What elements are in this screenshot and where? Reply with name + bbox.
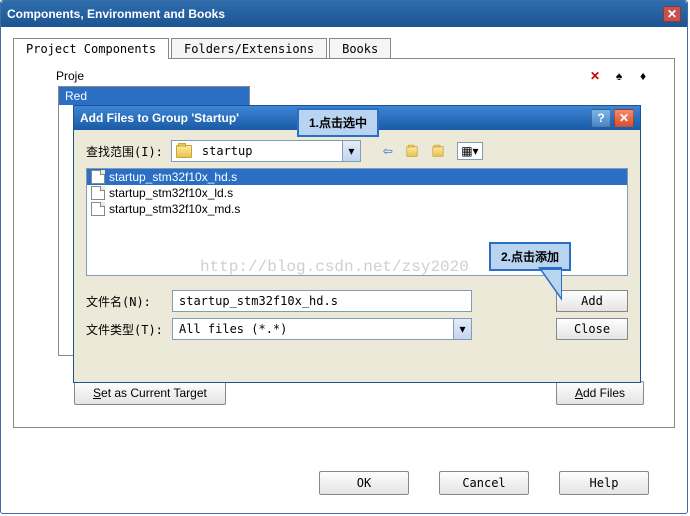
add-files-button[interactable]: Add Files xyxy=(556,381,644,405)
tab-folders-extensions[interactable]: Folders/Extensions xyxy=(171,38,327,59)
back-icon[interactable]: ⇦ xyxy=(379,142,397,160)
view-menu-icon[interactable]: ▦▾ xyxy=(457,142,483,160)
lookin-value: startup xyxy=(196,144,342,158)
file-name: startup_stm32f10x_md.s xyxy=(109,202,240,216)
folder-icon xyxy=(176,145,192,158)
file-item[interactable]: startup_stm32f10x_md.s xyxy=(87,201,627,217)
help-icon[interactable]: ? xyxy=(591,109,611,127)
filetype-label: 文件类型(T): xyxy=(86,321,164,338)
outer-titlebar: Components, Environment and Books ✕ xyxy=(1,1,687,27)
set-current-target-button[interactable]: Set as Current Target xyxy=(74,381,226,405)
file-item[interactable]: startup_stm32f10x_ld.s xyxy=(87,185,627,201)
annotation-tail-2 xyxy=(538,267,562,301)
move-down-icon[interactable]: ♦ xyxy=(634,67,652,85)
chevron-down-icon[interactable]: ▾ xyxy=(342,141,360,161)
file-icon xyxy=(91,202,105,216)
move-up-icon[interactable]: ♠ xyxy=(610,67,628,85)
lookin-combo[interactable]: startup ▾ xyxy=(171,140,361,162)
lookin-label: 查找范围(I): xyxy=(86,143,163,160)
file-name: startup_stm32f10x_ld.s xyxy=(109,186,233,200)
file-icon xyxy=(91,170,105,184)
bottom-buttons: Set as Current Target Add Files xyxy=(74,381,644,405)
file-name: startup_stm32f10x_hd.s xyxy=(109,170,237,184)
file-icon xyxy=(91,186,105,200)
tab-project-components[interactable]: Project Components xyxy=(13,38,169,59)
list-item[interactable]: Red xyxy=(59,87,249,105)
annotation-callout-1: 1.点击选中 xyxy=(297,108,379,137)
file-item[interactable]: startup_stm32f10x_hd.s xyxy=(87,169,627,185)
outer-title: Components, Environment and Books xyxy=(7,7,663,21)
add-button[interactable]: Add xyxy=(556,290,628,312)
header-project: Proje xyxy=(56,69,84,83)
toolbar-right: ✕ ♠ ♦ xyxy=(586,67,652,85)
chevron-down-icon[interactable]: ▾ xyxy=(453,319,471,339)
filetype-value: All files (*.*) xyxy=(173,322,453,336)
close-icon[interactable]: ✕ xyxy=(614,109,634,127)
up-folder-icon[interactable] xyxy=(405,142,423,160)
close-button[interactable]: Close xyxy=(556,318,628,340)
new-folder-icon[interactable] xyxy=(431,142,449,160)
delete-icon[interactable]: ✕ xyxy=(586,67,604,85)
tab-books[interactable]: Books xyxy=(329,38,391,59)
filename-input[interactable]: startup_stm32f10x_hd.s xyxy=(172,290,472,312)
filetype-combo[interactable]: All files (*.*) ▾ xyxy=(172,318,472,340)
tabs-row: Project Components Folders/Extensions Bo… xyxy=(1,27,687,58)
cancel-button[interactable]: Cancel xyxy=(439,471,529,495)
filename-label: 文件名(N): xyxy=(86,293,164,310)
close-icon[interactable]: ✕ xyxy=(663,6,681,22)
ok-button[interactable]: OK xyxy=(319,471,409,495)
dialog-buttons: OK Cancel Help xyxy=(1,471,687,495)
help-button[interactable]: Help xyxy=(559,471,649,495)
